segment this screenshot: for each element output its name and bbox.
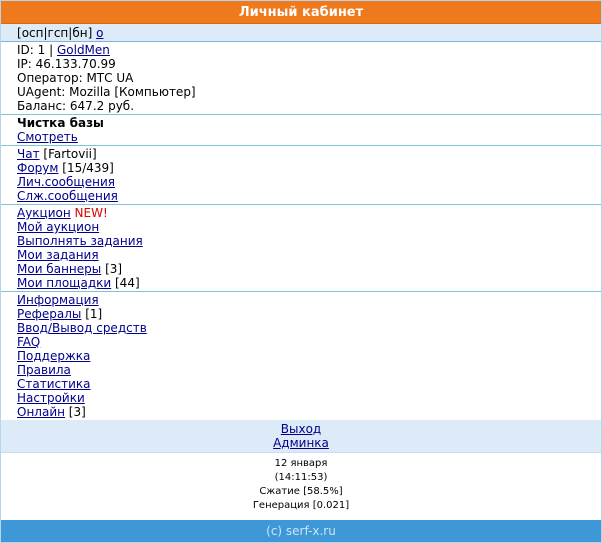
chat-link[interactable]: Чат [17, 147, 40, 161]
comms-section: Чат [Fartovii] Форум [15/439] Лич.сообще… [1, 146, 601, 205]
my-sites-link[interactable]: Мои площадки [17, 276, 111, 290]
nav-link-o[interactable]: о [96, 26, 103, 40]
exit-bar: Выход Админка [1, 420, 601, 453]
nav-item-osp[interactable]: осп [22, 26, 44, 40]
footer-info: 12 января (14:11:53) Сжатие [58.5%] Гене… [1, 453, 601, 513]
my-banners-extra: [3] [105, 262, 123, 276]
my-banners-link[interactable]: Мои баннеры [17, 262, 101, 276]
user-operator: Оператор: МТС UA [17, 71, 134, 85]
stats-link[interactable]: Статистика [17, 377, 91, 391]
footer-compress: Сжатие [58.5%] [259, 486, 343, 497]
auction-new-badge: NEW! [74, 206, 108, 220]
footer-generation: Генерация [0.021] [252, 500, 350, 511]
referrals-extra: [1] [85, 307, 103, 321]
forum-link[interactable]: Форум [17, 161, 58, 175]
cleanup-section: Чистка базы Смотреть [1, 115, 601, 146]
do-tasks-link[interactable]: Выполнять задания [17, 234, 143, 248]
page-frame: Личный кабинет [осп|гсп|бн] о ID: 1 | Go… [0, 0, 602, 543]
cleanup-title: Чистка базы [17, 116, 104, 130]
user-info-section: ID: 1 | GoldMen IP: 46.133.70.99 Операто… [1, 42, 601, 115]
nav-bar: [осп|гсп|бн] о [1, 24, 601, 42]
info-section: Информация Рефералы [1] Ввод/Вывод средс… [1, 292, 601, 420]
my-tasks-link[interactable]: Мои задания [17, 248, 99, 262]
user-ip: IP: 46.133.70.99 [17, 57, 116, 71]
tasks-section: Аукцион NEW! Мой аукцион Выполнять задан… [1, 205, 601, 292]
page-title: Личный кабинет [1, 1, 601, 24]
my-sites-extra: [44] [115, 276, 140, 290]
private-messages-link[interactable]: Лич.сообщения [17, 175, 115, 189]
faq-link[interactable]: FAQ [17, 335, 40, 349]
nav-bracket-close: ] [87, 26, 93, 40]
username-link[interactable]: GoldMen [57, 43, 110, 57]
settings-link[interactable]: Настройки [17, 391, 85, 405]
rules-link[interactable]: Правила [17, 363, 71, 377]
information-link[interactable]: Информация [17, 293, 99, 307]
admin-link[interactable]: Админка [273, 436, 329, 450]
user-id: ID: 1 | [17, 43, 54, 57]
referrals-link[interactable]: Рефералы [17, 307, 81, 321]
online-link[interactable]: Онлайн [17, 405, 65, 419]
service-messages-link[interactable]: Слж.сообщения [17, 189, 118, 203]
user-balance: Баланс: 647.2 руб. [17, 99, 135, 113]
cleanup-view-link[interactable]: Смотреть [17, 130, 78, 144]
user-agent: UAgent: Mozilla [Компьютер] [17, 85, 196, 99]
footer-date: 12 января [274, 458, 328, 469]
my-auction-link[interactable]: Мой аукцион [17, 220, 99, 234]
nav-item-bn[interactable]: бн [72, 26, 87, 40]
copyright-bar: (c) serf-x.ru [1, 520, 601, 542]
forum-extra: [15/439] [62, 161, 114, 175]
chat-extra: [Fartovii] [43, 147, 97, 161]
online-extra: [3] [68, 405, 86, 419]
logout-link[interactable]: Выход [281, 422, 321, 436]
nav-item-gsp[interactable]: гсп [48, 26, 69, 40]
io-funds-link[interactable]: Ввод/Вывод средств [17, 321, 147, 335]
footer-time: (14:11:53) [274, 472, 328, 483]
support-link[interactable]: Поддержка [17, 349, 90, 363]
auction-link[interactable]: Аукцион [17, 206, 71, 220]
